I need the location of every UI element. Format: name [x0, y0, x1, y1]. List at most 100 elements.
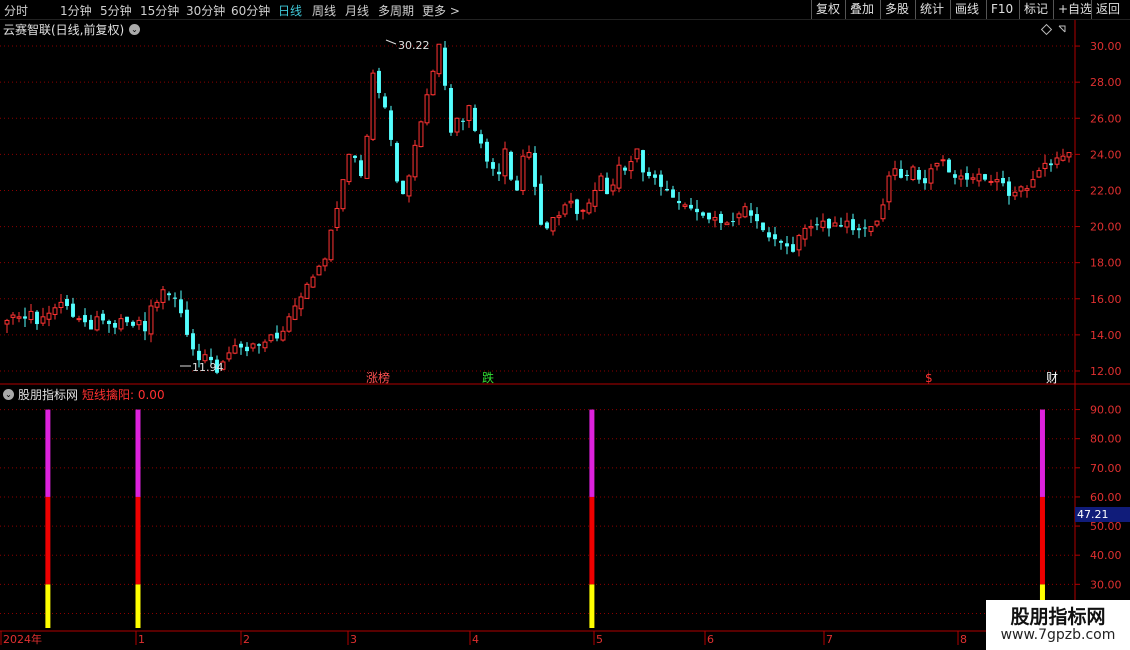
candle [628, 155, 634, 179]
candle [1036, 167, 1042, 178]
candle [310, 274, 316, 288]
expand-icon[interactable] [1058, 25, 1066, 33]
candle [701, 211, 705, 219]
candle [605, 172, 609, 195]
candle [874, 220, 880, 228]
candle [83, 308, 87, 327]
candle [755, 207, 759, 229]
kline-chart[interactable]: 30.00 28.00 26.00 24.00 22.00 20.00 18.00 16.00… [0, 0, 1130, 650]
candle [71, 297, 75, 319]
candle [406, 174, 412, 203]
candle [761, 222, 765, 232]
candle [1049, 159, 1053, 172]
candle [52, 303, 58, 320]
indicator-value-label: 短线擒阳: 0.00 [82, 388, 165, 402]
candle [533, 146, 537, 196]
low-price-label: 11.94 [192, 361, 224, 374]
candle [353, 155, 357, 163]
candle [749, 202, 753, 224]
date-label: 5 [596, 633, 603, 646]
main-grid [0, 45, 1075, 372]
chevron-down-icon[interactable]: ⌄ [3, 389, 14, 400]
candle [779, 239, 783, 250]
candle [863, 219, 867, 237]
candle [16, 311, 22, 323]
price-tick-label: 24.00 [1090, 148, 1122, 161]
diamond-icon[interactable] [1040, 23, 1053, 36]
candle [286, 313, 292, 333]
candle [731, 212, 735, 227]
candle [257, 343, 261, 354]
event-limit-up-marker[interactable]: 涨榜 [366, 370, 390, 385]
candle [268, 333, 274, 343]
signal-bar [1039, 409, 1045, 628]
candle [1054, 151, 1060, 169]
price-tick-label: 20.00 [1090, 221, 1122, 234]
candle [724, 221, 730, 226]
date-label: 7 [826, 633, 833, 646]
candle [934, 162, 940, 171]
indicator-tick-label: 90.00 [1090, 404, 1122, 417]
candle [143, 312, 147, 341]
candle [430, 69, 436, 96]
indicator-name[interactable]: 股朋指标网 [18, 386, 78, 403]
event-dollar-marker[interactable]: $ [925, 371, 933, 385]
candle [389, 105, 393, 147]
candle [226, 346, 232, 362]
date-label: 8 [960, 633, 967, 646]
candle [719, 211, 723, 230]
candle [262, 339, 268, 353]
candle [568, 192, 574, 209]
candle [556, 211, 562, 226]
candle [923, 169, 927, 190]
candle [359, 154, 363, 178]
candle [101, 309, 105, 325]
date-label: 6 [707, 633, 714, 646]
candle [298, 292, 304, 317]
candle [970, 173, 976, 184]
candle [245, 342, 249, 357]
date-label: 3 [350, 633, 357, 646]
event-fall-marker[interactable]: 跌 [482, 370, 494, 385]
candle [958, 169, 964, 187]
candle [239, 341, 243, 355]
date-axis: 2024年 1 2 3 4 5 6 7 8 [0, 631, 967, 646]
candle [275, 325, 279, 342]
indicator-tick-label: 40.00 [1090, 549, 1122, 562]
event-finance-marker[interactable]: 财 [1046, 371, 1058, 385]
current-value-tag: 47.21 [1075, 507, 1130, 522]
indicator-tick-label: 70.00 [1090, 462, 1122, 475]
date-label: 1 [138, 633, 145, 646]
candle [1007, 176, 1011, 205]
candle [131, 320, 135, 328]
candle [562, 202, 568, 218]
candle [40, 307, 46, 327]
candle [76, 315, 82, 323]
watermark-title: 股朋指标网 [1010, 606, 1106, 628]
candle [815, 217, 819, 231]
indicator-tick-label: 30.00 [1090, 578, 1122, 591]
candle [509, 150, 513, 181]
candle [443, 41, 447, 91]
candle [634, 148, 640, 163]
chevron-down-icon[interactable]: ⌄ [129, 24, 140, 35]
candle [671, 185, 675, 198]
signal-bar [589, 409, 595, 628]
candle [868, 226, 874, 237]
candle [473, 104, 477, 133]
candle [851, 213, 855, 235]
candle [328, 229, 334, 262]
candle [526, 145, 532, 160]
signal-bar [135, 409, 141, 628]
watermark-url: www.7gpzb.com [1000, 627, 1116, 643]
price-tick-label: 26.00 [1090, 112, 1122, 125]
candle [107, 319, 111, 333]
indicator-grid [0, 409, 1075, 614]
candle [928, 163, 934, 190]
date-label: 2 [243, 633, 250, 646]
candle [167, 291, 171, 301]
candle [665, 180, 669, 192]
candle [401, 180, 405, 195]
candle [839, 217, 843, 228]
candle [304, 282, 310, 299]
